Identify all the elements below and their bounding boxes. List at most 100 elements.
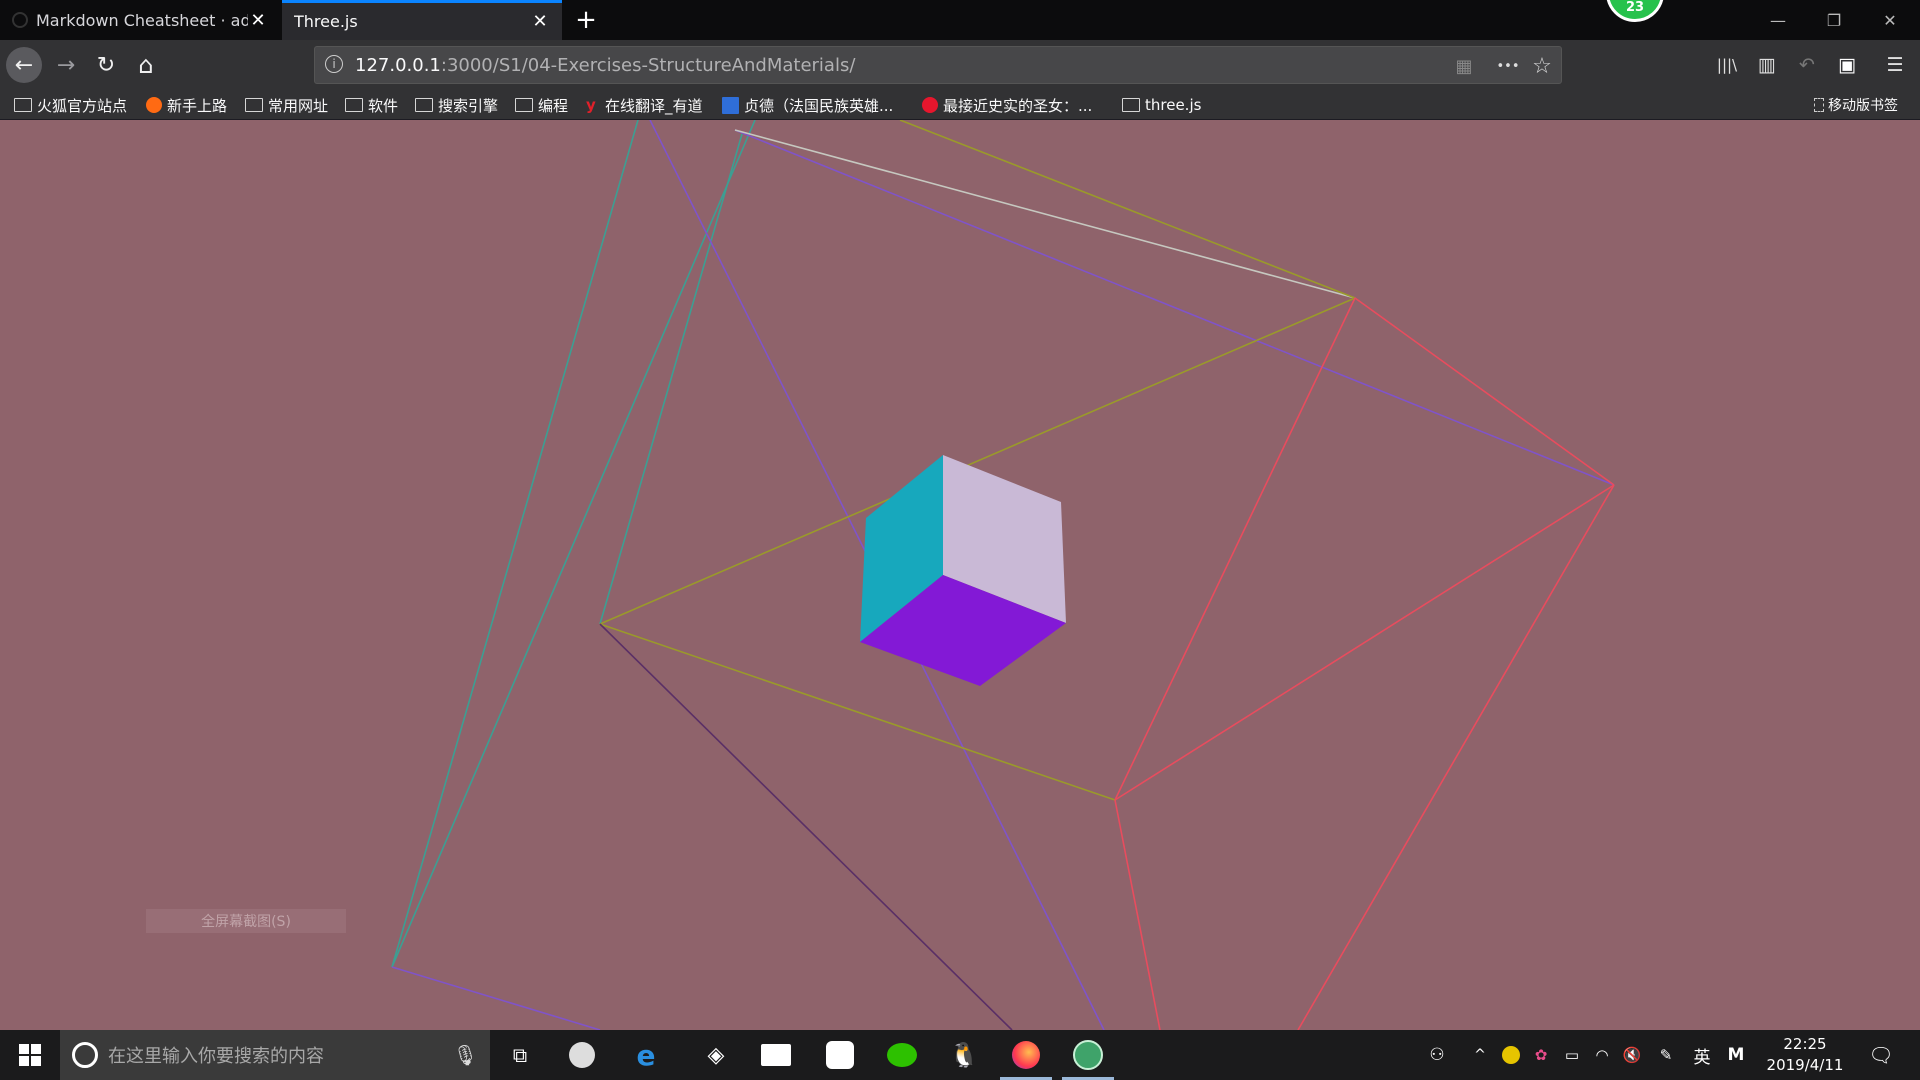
wifi-icon[interactable]: ◠ xyxy=(1590,1042,1614,1068)
bookmark-folder[interactable]: 搜索引擎 xyxy=(415,94,498,116)
youdao-icon: y xyxy=(586,96,596,114)
wire-edge xyxy=(391,120,639,968)
bookmark-folder[interactable]: 编程 xyxy=(515,94,568,116)
folder-icon xyxy=(14,98,32,112)
bookmark-folder[interactable]: 火狐官方站点 xyxy=(14,94,127,116)
back-button[interactable]: ← xyxy=(6,47,42,83)
qq-icon[interactable]: 🐧 xyxy=(944,1035,984,1075)
new-tab-button[interactable]: + xyxy=(570,4,602,36)
forward-button[interactable]: → xyxy=(48,47,84,83)
bookmark-label: 贞德（法国民族英雄... xyxy=(744,96,894,115)
restore-button[interactable]: ❐ xyxy=(1806,0,1862,40)
undo-icon[interactable]: ↶ xyxy=(1792,50,1822,80)
wire-edge xyxy=(734,129,1356,299)
home-button[interactable]: ⌂ xyxy=(128,47,164,83)
sidebar-icon[interactable]: ▥ xyxy=(1752,50,1782,80)
windows-taskbar: 在这里输入你要搜索的内容 🎙 ⧉ e ◈ 🐧 ⚇ ^ ✿ ▭ ◠ 🔇 ✎ 英 M… xyxy=(0,1030,1920,1080)
envelope-icon xyxy=(761,1044,791,1066)
bookmark-label: 移动版书签 xyxy=(1828,98,1898,114)
shield-icon xyxy=(1502,1046,1520,1064)
wire-edge xyxy=(599,623,1013,1030)
url-path: :3000/S1/04-Exercises-StructureAndMateri… xyxy=(440,55,856,76)
security-tray-icon[interactable] xyxy=(1500,1042,1522,1068)
app-icon[interactable] xyxy=(562,1035,602,1075)
tab-bar: Markdown Cheatsheet · adam-p/markdown-he… xyxy=(0,0,1920,40)
screenshot-tooltip: 全屏幕截图(S) xyxy=(146,909,346,933)
page-actions-icon[interactable]: ••• xyxy=(1495,53,1521,79)
notifications-icon[interactable]: 🗨 xyxy=(1866,1042,1896,1068)
bookmark-label: 软件 xyxy=(368,96,399,115)
library-icon[interactable]: |||\ xyxy=(1712,50,1742,80)
wire-edge xyxy=(599,133,743,625)
bookmark-star-icon[interactable]: ☆ xyxy=(1529,53,1555,79)
start-button[interactable] xyxy=(0,1030,60,1080)
bookmark-folder[interactable]: three.js xyxy=(1122,94,1201,116)
close-tab-icon[interactable]: ✕ xyxy=(248,10,268,31)
folder-icon xyxy=(245,98,263,112)
url-bar[interactable]: i 127.0.0.1:3000/S1/04-Exercises-Structu… xyxy=(314,46,1562,84)
bookmark-label: 编程 xyxy=(538,96,569,115)
baidu-netdisk-icon[interactable] xyxy=(820,1035,860,1075)
tab-markdown-cheatsheet[interactable]: Markdown Cheatsheet · adam-p/markdown-he… xyxy=(0,0,280,40)
tab-label: Markdown Cheatsheet · adam-p/markdown-he… xyxy=(36,10,248,30)
atom-icon xyxy=(1073,1040,1103,1070)
volume-muted-icon[interactable]: 🔇 xyxy=(1620,1042,1644,1068)
battery-icon[interactable]: ▭ xyxy=(1560,1042,1584,1068)
bookmark-label: three.js xyxy=(1145,96,1202,114)
wechat-icon[interactable] xyxy=(882,1035,922,1075)
bookmark-link[interactable]: 最接近史实的圣女：... xyxy=(922,94,1092,116)
baidu-icon xyxy=(722,96,739,114)
mobile-bookmarks[interactable]: 移动版书签 xyxy=(1814,94,1898,116)
bookmark-label: 常用网址 xyxy=(268,96,329,115)
bookmark-label: 最接近史实的圣女：... xyxy=(943,96,1093,115)
navigation-bar: ← → ↻ ⌂ i 127.0.0.1:3000/S1/04-Exercises… xyxy=(0,40,1920,90)
close-tab-icon[interactable]: ✕ xyxy=(530,11,550,32)
site-info-icon[interactable]: i xyxy=(325,55,343,73)
swirl-app-icon xyxy=(569,1042,595,1068)
ime-mode-indicator[interactable]: M xyxy=(1724,1042,1748,1068)
bookmarks-bar: 火狐官方站点 新手上路 常用网址 软件 搜索引擎 编程 y 在线翻译_有道 贞德（… xyxy=(0,90,1920,120)
bookmark-label: 在线翻译_有道 xyxy=(605,96,703,115)
url-text[interactable]: 127.0.0.1:3000/S1/04-Exercises-Structure… xyxy=(355,55,855,76)
taskbar-search[interactable]: 在这里输入你要搜索的内容 🎙 xyxy=(60,1030,490,1080)
wire-edge xyxy=(1114,799,1161,1030)
close-window-button[interactable]: ✕ xyxy=(1862,0,1918,40)
scene-render xyxy=(391,120,1615,1030)
pocket-icon[interactable]: ▣ xyxy=(1832,50,1862,80)
internet-explorer-icon[interactable]: e xyxy=(626,1035,666,1075)
bookmark-label: 搜索引擎 xyxy=(438,96,499,115)
minimize-button[interactable]: — xyxy=(1750,0,1806,40)
mobile-bookmarks-icon xyxy=(1814,98,1824,112)
bookmark-folder[interactable]: 常用网址 xyxy=(245,94,328,116)
account-badge[interactable]: 23 xyxy=(1606,0,1664,22)
reload-button[interactable]: ↻ xyxy=(88,47,124,83)
folder-icon xyxy=(345,98,363,112)
microphone-icon[interactable]: 🎙 xyxy=(453,1043,478,1067)
camera-app-icon[interactable]: ◈ xyxy=(696,1035,736,1075)
clock-date: 2019/4/11 xyxy=(1766,1056,1844,1074)
task-view-icon[interactable]: ⧉ xyxy=(500,1035,540,1075)
pen-icon[interactable]: ✎ xyxy=(1654,1042,1678,1068)
folder-icon xyxy=(415,98,433,112)
bookmark-link[interactable]: 新手上路 xyxy=(146,94,227,116)
wire-edge xyxy=(1297,484,1615,1030)
threejs-canvas[interactable]: 全屏幕截图(S) xyxy=(0,120,1920,1030)
people-icon[interactable]: ⚇ xyxy=(1424,1042,1450,1068)
wire-edge xyxy=(391,120,756,968)
show-hidden-icons-icon[interactable]: ^ xyxy=(1470,1042,1490,1068)
qr-code-icon[interactable]: ▦ xyxy=(1451,53,1477,79)
bookmark-link[interactable]: 贞德（法国民族英雄... xyxy=(722,94,893,116)
language-indicator[interactable]: 英 xyxy=(1690,1042,1714,1068)
system-clock[interactable]: 22:25 2019/4/11 xyxy=(1760,1034,1850,1076)
bookmark-link[interactable]: y 在线翻译_有道 xyxy=(586,94,703,116)
bookmark-folder[interactable]: 软件 xyxy=(345,94,398,116)
wire-edge xyxy=(599,623,1116,801)
tab-threejs[interactable]: Three.js ✕ xyxy=(282,0,562,40)
webstorm-taskbar-icon[interactable] xyxy=(1062,1035,1114,1080)
firefox-taskbar-icon[interactable] xyxy=(1000,1035,1052,1080)
ime-tray-icon[interactable]: ✿ xyxy=(1530,1042,1552,1068)
folder-icon xyxy=(1122,98,1140,112)
mail-icon[interactable] xyxy=(756,1035,796,1075)
menu-icon[interactable]: ☰ xyxy=(1880,50,1910,80)
bookmark-label: 新手上路 xyxy=(167,96,228,115)
